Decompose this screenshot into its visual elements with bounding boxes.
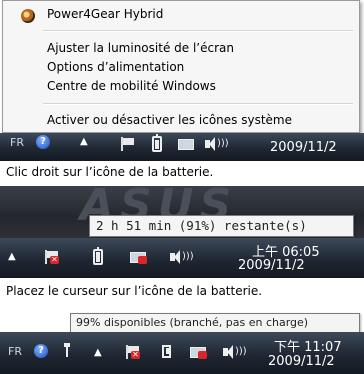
- clock-date[interactable]: 2009/11/2: [238, 258, 305, 273]
- menu-separator: [43, 30, 353, 32]
- pin-icon[interactable]: [62, 343, 72, 359]
- show-hidden-icons-arrow-icon[interactable]: ▲: [94, 348, 102, 358]
- menu-item-power4gear[interactable]: Power4Gear Hybrid: [47, 7, 163, 21]
- language-indicator[interactable]: FR: [8, 346, 22, 357]
- clock-date[interactable]: 2009/11/2: [270, 140, 337, 155]
- menu-separator: [43, 103, 353, 105]
- battery-icon[interactable]: [93, 247, 103, 265]
- network-icon[interactable]: [190, 345, 208, 359]
- show-hidden-icons-arrow-icon[interactable]: ▲: [8, 252, 16, 262]
- caption-hover: Placez le curseur sur l’icône de la batt…: [6, 284, 263, 298]
- network-icon[interactable]: [178, 137, 196, 151]
- volume-icon[interactable]: ))): [205, 137, 229, 151]
- menu-item-mobility-center[interactable]: Centre de mobilité Windows: [47, 79, 216, 93]
- caption-right-click: Clic droit sur l’icône de la batterie.: [6, 165, 214, 179]
- taskbar-3: FR ? ▲ ✕ ))) 下午 11:07 2009/11/2: [0, 332, 364, 374]
- action-center-flag-icon[interactable]: ✕: [125, 345, 141, 359]
- menu-item-system-icons[interactable]: Activer ou désactiver les icônes système: [47, 113, 292, 127]
- taskbar-1: FR ? ▲ ))) 2009/11/2: [0, 133, 364, 161]
- power4gear-icon: [21, 9, 35, 23]
- help-icon[interactable]: ?: [36, 135, 50, 149]
- menu-item-brightness[interactable]: Ajuster la luminosité de l’écran: [47, 41, 234, 55]
- battery-tooltip: 2 h 51 min (91%) restante(s): [89, 215, 354, 237]
- network-icon[interactable]: [130, 250, 148, 264]
- battery-icon[interactable]: [152, 134, 162, 152]
- help-icon[interactable]: ?: [34, 344, 48, 358]
- clock-time[interactable]: 下午 11:07: [274, 336, 342, 355]
- battery-context-menu: Power4Gear Hybrid Ajuster la luminosité …: [2, 0, 360, 133]
- battery-plugged-icon[interactable]: [160, 343, 174, 359]
- battery-status-tooltip: 99% disponibles (branché, pas en charge): [70, 313, 360, 333]
- action-center-flag-icon[interactable]: ✕: [44, 250, 60, 264]
- language-indicator[interactable]: FR: [10, 137, 24, 148]
- volume-icon[interactable]: ))): [223, 345, 247, 359]
- taskbar-2: ▲ ✕ ))) 上午 06:05 2009/11/2: [0, 238, 364, 278]
- volume-icon[interactable]: ))): [170, 250, 194, 264]
- show-hidden-icons-arrow-icon[interactable]: ▲: [80, 137, 88, 147]
- clock-date[interactable]: 2009/11/2: [268, 354, 335, 369]
- action-center-flag-icon[interactable]: [120, 137, 136, 151]
- menu-item-power-options[interactable]: Options d’alimentation: [47, 60, 184, 74]
